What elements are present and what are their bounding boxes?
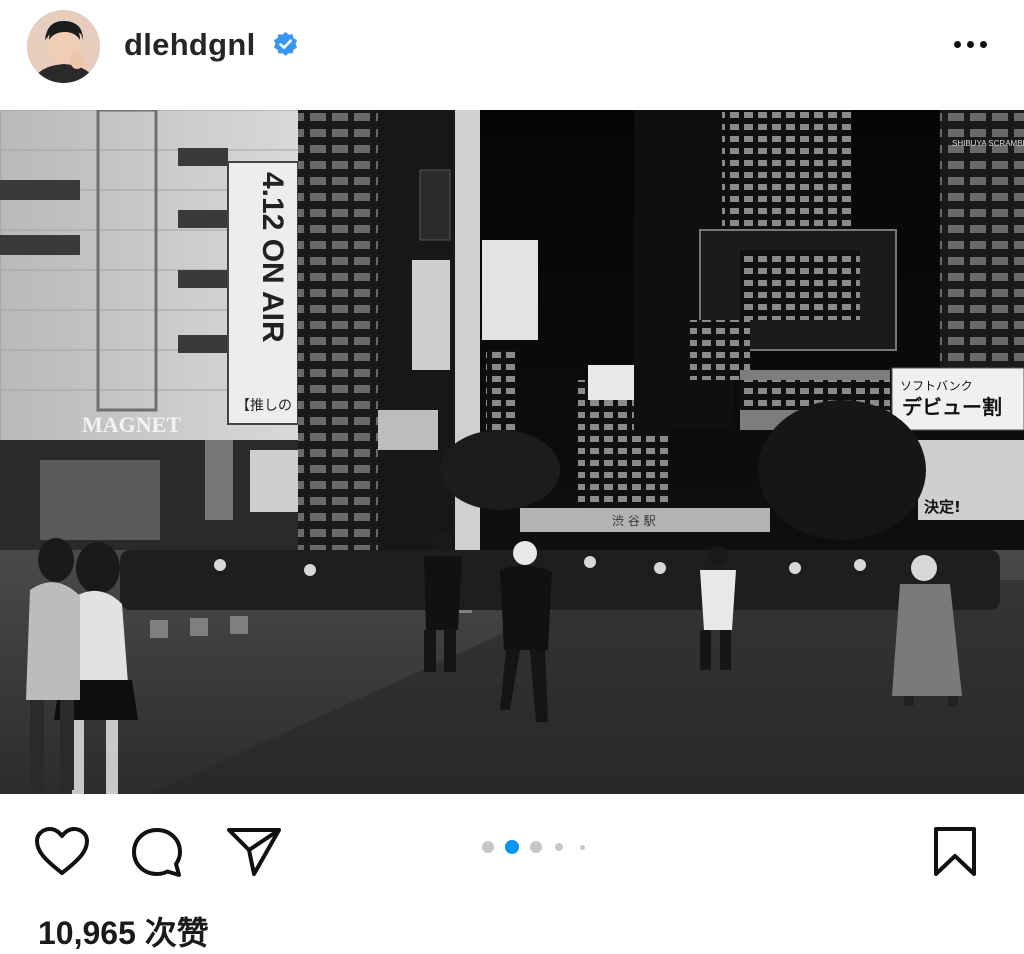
carousel-dot [580, 845, 585, 850]
send-icon[interactable] [226, 826, 282, 878]
carousel-indicator [478, 838, 590, 856]
oshino-sign: 【推しの [236, 398, 292, 414]
carousel-dot [530, 841, 542, 853]
more-options-icon[interactable] [946, 28, 996, 62]
likes-count[interactable]: 10,965 次赞 [38, 908, 209, 954]
profile-avatar[interactable] [27, 10, 100, 83]
more-dot [980, 41, 987, 48]
heart-icon[interactable] [34, 826, 90, 878]
more-dot [954, 41, 961, 48]
username[interactable]: dlehdgnl [124, 27, 256, 63]
scramble-square-sign: SHIBUYA SCRAMBLE SQUARE [952, 139, 1024, 148]
softbank-sign: ソフトバンク [900, 379, 973, 393]
street-photo: 4.12 ON AIR 【推しの MAGNET SHIBUYA SCRAMBLE… [0, 110, 1024, 794]
post-photo[interactable]: 4.12 ON AIR 【推しの MAGNET SHIBUYA SCRAMBLE… [0, 110, 1024, 794]
carousel-dot-active [505, 840, 519, 854]
comment-icon[interactable] [130, 826, 184, 880]
bookmark-icon[interactable] [932, 826, 978, 878]
more-dot [967, 41, 974, 48]
kettei-sign: 決定! [924, 498, 961, 516]
magnet-sign: MAGNET [82, 412, 181, 437]
station-sign: 渋 谷 駅 [612, 514, 656, 528]
carousel-dot [555, 843, 563, 851]
post-header: dlehdgnl [0, 0, 1024, 110]
debut-sign: デビュー割 [902, 395, 1002, 419]
verified-badge-icon [274, 32, 297, 56]
carousel-dot [482, 841, 494, 853]
onair-sign: 4.12 ON AIR [256, 172, 289, 343]
